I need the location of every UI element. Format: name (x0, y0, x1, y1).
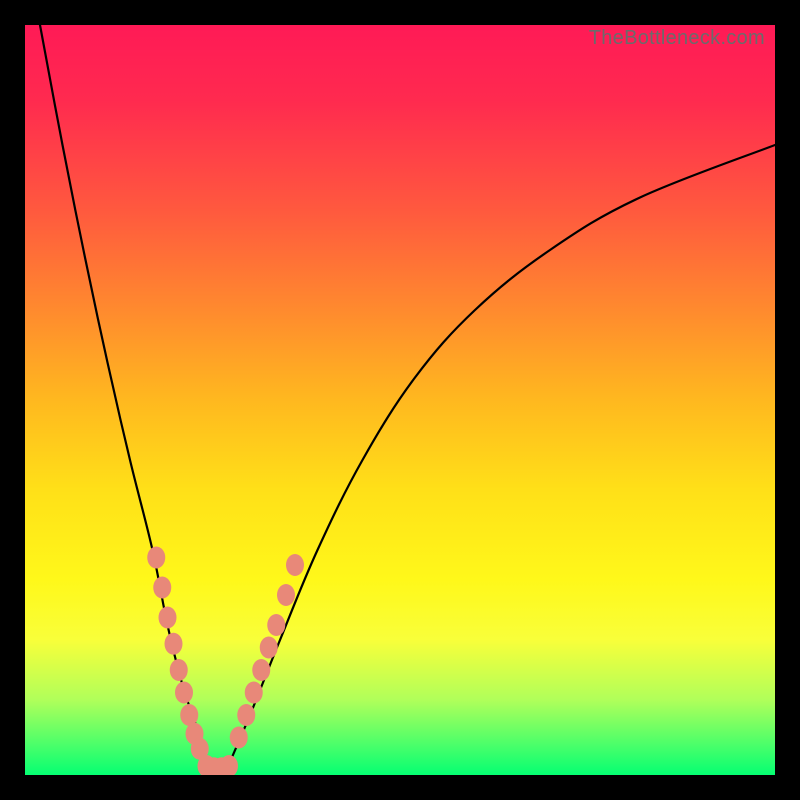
marker-left-dots (170, 659, 188, 681)
chart-canvas: TheBottleneck.com (25, 25, 775, 775)
marker-right-dots (230, 727, 248, 749)
marker-left-dots (180, 704, 198, 726)
marker-left-dots (147, 547, 165, 569)
marker-left-dots (165, 633, 183, 655)
marker-right-dots (245, 682, 263, 704)
marker-right-dots (237, 704, 255, 726)
curve-left-branch (40, 25, 209, 768)
marker-right-dots (260, 637, 278, 659)
marker-right-dots (277, 584, 295, 606)
marker-left-dots (175, 682, 193, 704)
chart-svg (25, 25, 775, 775)
marker-left-dots (159, 607, 177, 629)
curve-right-branch (228, 145, 776, 768)
marker-right-dots (286, 554, 304, 576)
marker-left-dots (153, 577, 171, 599)
marker-right-dots (267, 614, 285, 636)
marker-right-dots (252, 659, 270, 681)
